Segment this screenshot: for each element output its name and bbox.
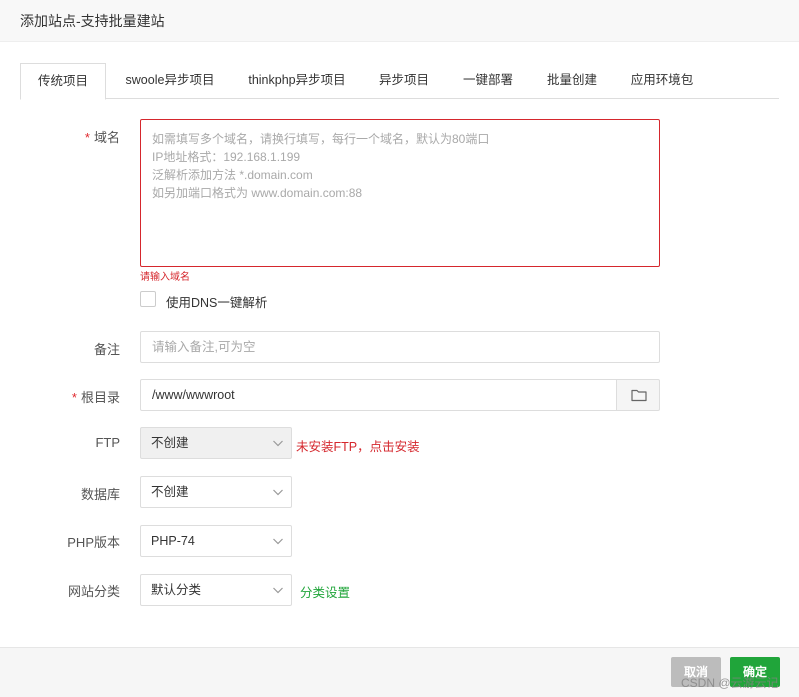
browse-folder-button[interactable] bbox=[616, 379, 660, 411]
chevron-down-icon bbox=[273, 587, 283, 594]
ftp-label: FTP bbox=[95, 435, 120, 450]
folder-icon bbox=[631, 389, 647, 402]
add-site-dialog: 添加站点-支持批量建站 传统项目 swoole异步项目 thinkphp异步项目… bbox=[0, 0, 799, 697]
site-category-select[interactable]: 默认分类 bbox=[140, 574, 292, 606]
tab-traditional-project[interactable]: 传统项目 bbox=[20, 63, 106, 100]
tab-one-click-deploy[interactable]: 一键部署 bbox=[456, 63, 520, 99]
site-category-label: 网站分类 bbox=[67, 584, 120, 599]
domain-placeholder-line: IP地址格式：192.168.1.199 bbox=[152, 150, 301, 164]
php-version-select-value: PHP-74 bbox=[151, 534, 195, 548]
php-version-label: PHP版本 bbox=[67, 535, 120, 550]
tab-thinkphp-async-project[interactable]: thinkphp异步项目 bbox=[240, 63, 354, 99]
required-mark: * bbox=[71, 390, 77, 405]
database-select[interactable]: 不创建 bbox=[140, 476, 292, 508]
tab-batch-create[interactable]: 批量创建 bbox=[540, 63, 604, 99]
dns-resolve-label[interactable]: 使用DNS一键解析 bbox=[166, 292, 267, 311]
required-mark: * bbox=[84, 130, 90, 145]
domain-textarea[interactable]: 如需填写多个域名，请换行填写，每行一个域名，默认为80端口 IP地址格式：192… bbox=[140, 119, 660, 267]
chevron-down-icon bbox=[273, 440, 283, 447]
domain-placeholder-line: 如另加端口格式为 www.domain.com:88 bbox=[152, 186, 363, 200]
php-version-select[interactable]: PHP-74 bbox=[140, 525, 292, 557]
chevron-down-icon bbox=[273, 538, 283, 545]
domain-label: * 域名 bbox=[84, 130, 120, 145]
ftp-select-value: 不创建 bbox=[151, 436, 189, 450]
dialog-header: 添加站点-支持批量建站 bbox=[0, 0, 799, 42]
database-select-value: 不创建 bbox=[151, 485, 189, 499]
ftp-select[interactable]: 不创建 bbox=[140, 427, 292, 459]
install-ftp-link[interactable]: 未安装FTP，点击安装 bbox=[296, 436, 420, 455]
dns-resolve-checkbox[interactable] bbox=[140, 291, 156, 307]
root-dir-input[interactable]: /www/wwwroot bbox=[140, 379, 617, 411]
remark-label: 备注 bbox=[93, 342, 120, 357]
tab-app-environment-package[interactable]: 应用环境包 bbox=[624, 63, 700, 99]
project-type-tabs: 传统项目 swoole异步项目 thinkphp异步项目 异步项目 一键部署 批… bbox=[20, 63, 779, 100]
category-settings-link[interactable]: 分类设置 bbox=[300, 582, 350, 601]
domain-error-message: 请输入域名 bbox=[140, 272, 190, 283]
domain-placeholder-line: 泛解析添加方法 *.domain.com bbox=[152, 168, 313, 182]
dialog-title: 添加站点-支持批量建站 bbox=[20, 13, 165, 29]
watermark: CSDN @云游云记 bbox=[681, 676, 779, 690]
tab-swoole-async-project[interactable]: swoole异步项目 bbox=[113, 63, 227, 99]
root-dir-label: * 根目录 bbox=[71, 390, 120, 405]
domain-placeholder-line: 如需填写多个域名，请换行填写，每行一个域名，默认为80端口 bbox=[152, 132, 490, 146]
remark-input[interactable]: 请输入备注,可为空 bbox=[140, 331, 660, 363]
site-category-select-value: 默认分类 bbox=[151, 583, 202, 597]
tab-async-project[interactable]: 异步项目 bbox=[372, 63, 436, 99]
chevron-down-icon bbox=[273, 489, 283, 496]
database-label: 数据库 bbox=[80, 487, 120, 502]
